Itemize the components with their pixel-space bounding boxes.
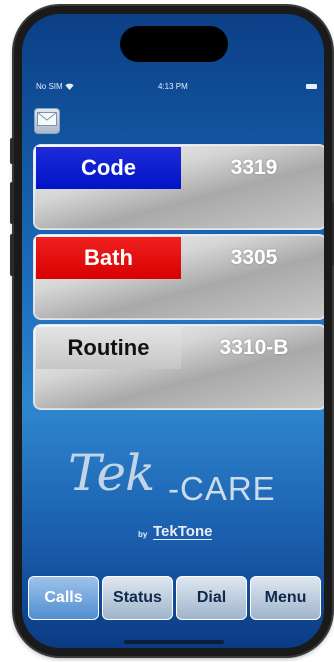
call-type-label: Bath (36, 237, 181, 279)
app-screen: No SIM 4:13 PM Code 3319 Bath 3305 Routi… (22, 14, 324, 648)
volume-down-button (10, 234, 14, 276)
call-type-label: Routine (36, 327, 181, 369)
phone-frame: No SIM 4:13 PM Code 3319 Bath 3305 Routi… (10, 6, 334, 656)
volume-up-button (10, 182, 14, 224)
call-tile[interactable]: Routine 3310-B (33, 324, 324, 410)
status-time: 4:13 PM (158, 82, 188, 91)
logo-tek: Tek (68, 444, 155, 502)
home-indicator (124, 640, 224, 644)
call-room-number: 3305 (230, 246, 278, 269)
tab-menu[interactable]: Menu (250, 576, 321, 620)
call-room-number: 3310-B (219, 336, 289, 359)
call-tile[interactable]: Bath 3305 (33, 234, 324, 320)
envelope-icon (37, 111, 57, 131)
wifi-icon (65, 82, 74, 91)
logo-tektone: TekTone (153, 523, 213, 540)
status-carrier: No SIM (36, 82, 74, 91)
logo-care: -CARE (168, 470, 276, 507)
tab-calls[interactable]: Calls (28, 576, 99, 620)
call-type-label: Code (36, 147, 181, 189)
dynamic-island (120, 26, 228, 62)
tekcare-logo: Tek -CARE by TekTone (22, 440, 324, 560)
call-room-number: 3319 (230, 156, 278, 179)
mute-switch (10, 138, 14, 164)
call-tile[interactable]: Code 3319 (33, 144, 324, 230)
logo-by: by (138, 530, 148, 539)
tab-status[interactable]: Status (102, 576, 173, 620)
bottom-tab-bar: Calls Status Dial Menu (28, 576, 321, 620)
battery-icon (306, 84, 317, 89)
tab-dial[interactable]: Dial (176, 576, 247, 620)
mail-button[interactable] (34, 108, 60, 134)
